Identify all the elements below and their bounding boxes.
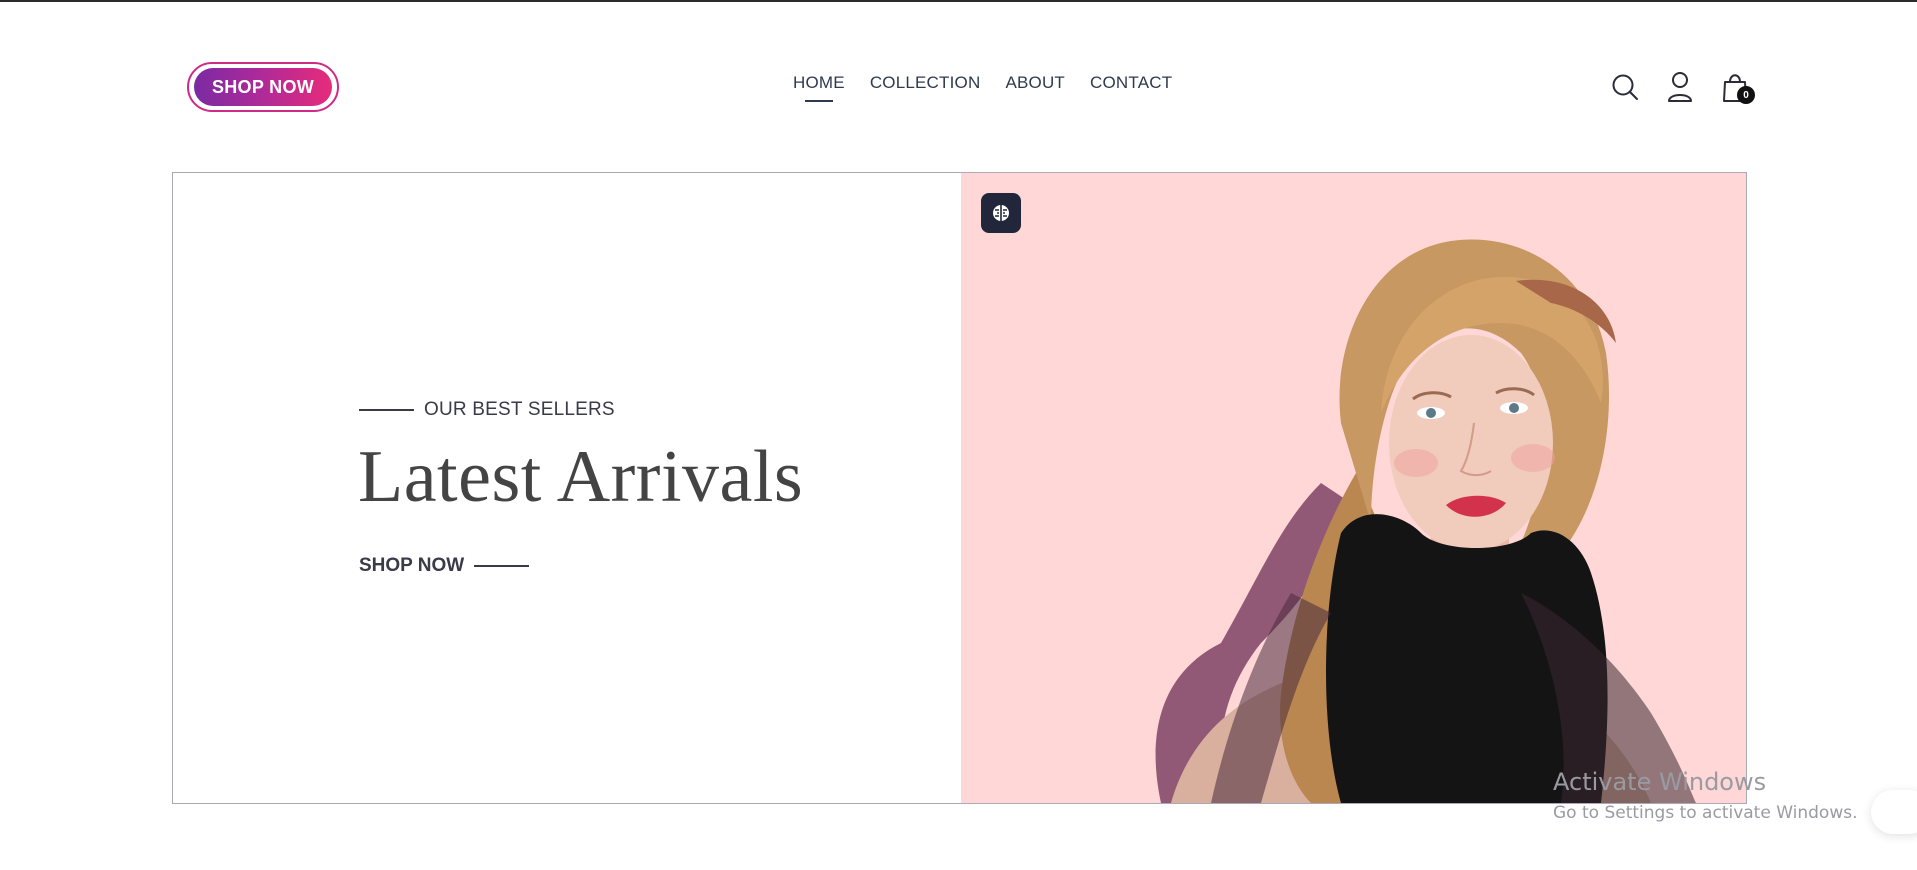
hero-kicker: OUR BEST SELLERS (359, 399, 615, 421)
hero-shop-now-link[interactable]: SHOP NOW (359, 555, 530, 577)
shop-now-logo-button[interactable]: SHOP NOW (187, 62, 339, 112)
cta-divider (474, 565, 530, 567)
search-icon[interactable] (1609, 70, 1641, 104)
kicker-text: OUR BEST SELLERS (424, 399, 615, 420)
hero-banner: OUR BEST SELLERS Latest Arrivals SHOP NO… (172, 172, 1747, 804)
chat-widget-bubble[interactable] (1871, 790, 1917, 834)
windows-activation-title: Activate Windows (1553, 768, 1767, 796)
user-icon[interactable] (1664, 70, 1696, 104)
kicker-divider (359, 409, 414, 411)
nav-item-collection[interactable]: COLLECTION (870, 73, 981, 93)
top-border (0, 0, 1917, 2)
header-actions: 0 (1609, 70, 1755, 104)
hero-text-panel: OUR BEST SELLERS Latest Arrivals SHOP NO… (173, 173, 961, 803)
nav-item-home[interactable]: HOME (793, 73, 845, 93)
model-portrait-image (1155, 239, 1696, 803)
cart-count-badge: 0 (1737, 86, 1755, 104)
main-nav: HOME COLLECTION ABOUT CONTACT (793, 73, 1172, 93)
shop-now-logo-label: SHOP NOW (194, 68, 332, 106)
shopping-bag-icon[interactable]: 0 (1719, 70, 1755, 104)
nav-item-about[interactable]: ABOUT (1005, 73, 1065, 93)
hero-image-panel (961, 173, 1746, 803)
nav-item-contact[interactable]: CONTACT (1090, 73, 1172, 93)
windows-activation-subtitle: Go to Settings to activate Windows. (1553, 803, 1858, 823)
hero-cta-label: SHOP NOW (359, 555, 465, 576)
hero-title: Latest Arrivals (358, 436, 804, 518)
